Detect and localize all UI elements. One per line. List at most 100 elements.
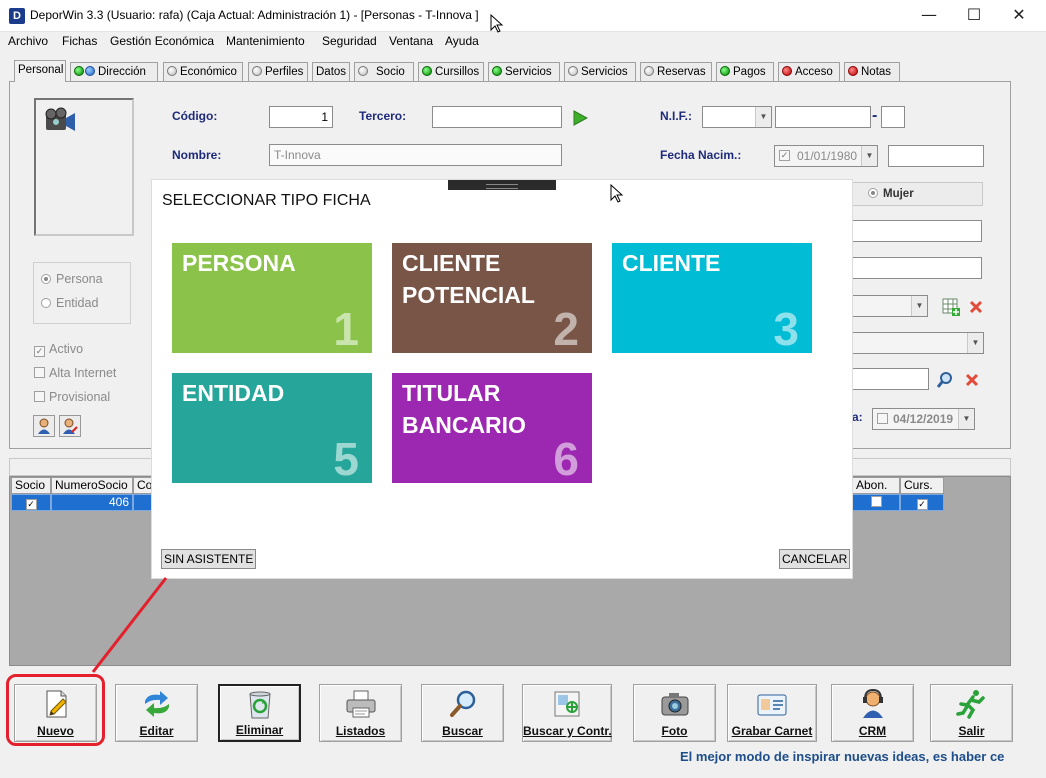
tile-label: ENTIDAD [182,380,285,406]
menu-ayuda[interactable]: Ayuda [445,34,479,48]
tab-cursillos[interactable]: Cursillos [418,62,484,82]
menu-seguridad[interactable]: Seguridad [322,34,377,48]
nif-letter-input[interactable] [881,106,905,128]
tile-titular-bancario[interactable]: TITULAR BANCARIO 6 [392,373,592,485]
buscar-button[interactable]: Buscar [421,684,504,742]
buscar-y-contr-button[interactable]: Buscar y Contr. [522,684,612,742]
status-dot-icon [358,66,368,76]
grid-header-numero-socio[interactable]: NumeroSocio [51,477,133,494]
listados-button[interactable]: Listados [319,684,402,742]
close-button[interactable]: ✕ [996,0,1042,32]
tab-pagos[interactable]: Pagos [716,62,774,82]
right-field-1[interactable] [852,220,982,242]
grid-header-co[interactable]: Co [133,477,152,494]
checkbox-icon[interactable]: ✓ [779,150,790,161]
cancelar-button[interactable]: CANCELAR [779,549,851,569]
tab-acceso[interactable]: Acceso [778,62,840,82]
status-dot-icon [644,66,654,76]
grid-header-curs[interactable]: Curs. [900,477,944,494]
menu-fichas[interactable]: Fichas [62,34,97,48]
activo-checkbox[interactable]: ✓ Activo [34,342,83,357]
tile-cliente[interactable]: CLIENTE 3 [612,243,812,355]
right-select-2[interactable]: ▼ [852,332,984,354]
grabar-carnet-button[interactable]: Grabar Carnet [727,684,817,742]
tab-personal[interactable]: Personal [14,60,66,82]
add-grid-icon[interactable] [942,298,960,316]
checkbox-icon[interactable] [877,413,888,424]
sin-asistente-button[interactable]: SIN ASISTENTE [161,549,257,569]
tab-datos[interactable]: Datos [312,62,350,82]
entidad-label: Entidad [56,296,99,310]
person-edit-button[interactable] [59,415,81,437]
chevron-down-icon: ▼ [967,333,983,353]
tab-perfiles[interactable]: Perfiles [248,62,308,82]
tab-reservas[interactable]: Reservas [640,62,712,82]
grid-header-socio[interactable]: Socio [11,477,51,494]
menu-ventana[interactable]: Ventana [389,34,433,48]
tab-economico[interactable]: Económico [163,62,243,82]
provisional-checkbox[interactable]: Provisional [34,390,110,404]
grid-cell-abon-checkbox[interactable] [852,494,900,511]
tile-number: 2 [553,303,579,355]
tab-label: Servicios [581,66,628,78]
nif-type-select[interactable]: ▼ [702,106,772,128]
tab-notas[interactable]: Notas [844,62,900,82]
tab-direccion[interactable]: Dirección [70,62,158,82]
tercero-input[interactable] [432,106,562,128]
status-dot-icon [848,66,858,76]
menu-archivo[interactable]: Archivo [8,34,48,48]
alta-internet-checkbox[interactable]: Alta Internet [34,366,116,380]
play-arrow-icon[interactable] [572,110,588,126]
radio-icon [41,298,51,308]
nombre-input[interactable]: T-Innova [269,144,562,166]
tab-servicios-2[interactable]: Servicios [564,62,636,82]
title-bar: D DeporWin 3.3 (Usuario: rafa) (Caja Act… [0,0,1046,33]
tile-persona[interactable]: PERSONA 1 [172,243,372,355]
right-field-2[interactable] [852,257,982,279]
tab-strip: Personal Dirección Económico Perfiles Da… [8,60,1011,82]
right-field-3[interactable] [852,368,929,390]
nif-number-input[interactable] [775,106,871,128]
delete-x-icon[interactable] [964,372,980,388]
crm-button[interactable]: CRM [831,684,914,742]
grid-cell-curs-checkbox[interactable]: ✓ [900,494,944,511]
fecha2-picker[interactable]: 04/12/2019 ▼ [872,408,975,430]
chevron-down-icon: ▼ [861,146,877,166]
photo-frame[interactable] [34,98,134,236]
mouse-cursor-icon [490,14,504,33]
person-button[interactable] [33,415,55,437]
menu-mantenimiento[interactable]: Mantenimiento [226,34,305,48]
search-icon[interactable] [936,371,954,389]
fecha-nacimiento-picker[interactable]: ✓ 01/01/1980 ▼ [774,145,878,167]
grid-header-abon[interactable]: Abon. [852,477,900,494]
grid-cell-socio-checkbox[interactable]: ✓ [11,494,51,511]
grid-cell-co[interactable] [133,494,152,511]
status-dot-icon [568,66,578,76]
tile-entidad[interactable]: ENTIDAD 5 [172,373,372,485]
foto-button[interactable]: Foto [633,684,716,742]
provisional-label: Provisional [49,390,111,404]
annotation-arrow-line [91,577,168,673]
status-dot-icon [252,66,262,76]
extra-field[interactable] [888,145,984,167]
checkbox-icon: ✓ [916,499,928,510]
salir-button[interactable]: Salir [930,684,1013,742]
mujer-radio[interactable]: Mujer [868,188,914,200]
persona-radio[interactable]: Persona [41,272,103,286]
maximize-button[interactable]: ☐ [951,0,997,32]
menu-gestion-economica[interactable]: Gestión Económica [110,34,214,48]
minimize-button[interactable]: — [906,0,952,32]
drag-handle[interactable] [448,180,556,190]
tab-label: Cursillos [435,66,480,78]
codigo-input[interactable]: 1 [269,106,333,128]
chevron-down-icon: ▼ [755,107,771,127]
editar-button[interactable]: Editar [115,684,198,742]
right-select-1[interactable]: ▼ [852,295,928,317]
tile-cliente-potencial[interactable]: CLIENTE POTENCIAL 2 [392,243,592,355]
delete-x-icon[interactable] [968,299,984,315]
entidad-radio[interactable]: Entidad [41,296,98,310]
eliminar-button[interactable]: Eliminar [218,684,301,742]
tab-servicios-1[interactable]: Servicios [488,62,560,82]
tab-socio[interactable]: Socio [354,62,414,82]
grid-cell-numero-socio[interactable]: 406 [51,494,133,511]
